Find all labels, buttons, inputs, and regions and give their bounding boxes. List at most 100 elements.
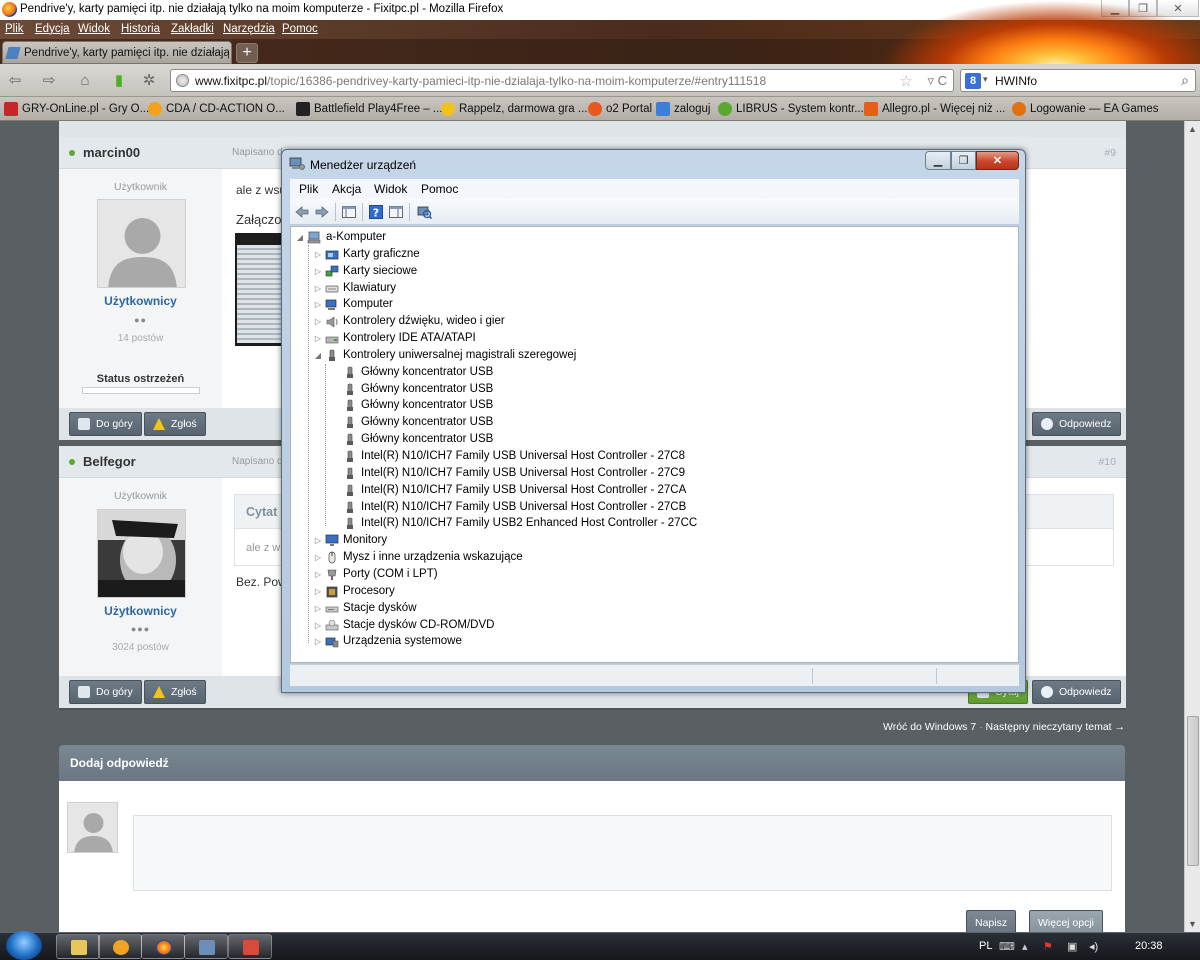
taskbar-explorer[interactable] bbox=[56, 934, 100, 959]
expand-icon[interactable]: ▷ bbox=[313, 267, 323, 276]
tree-device-usb[interactable]: Intel(R) N10/ICH7 Family USB Universal H… bbox=[331, 499, 686, 515]
avatar[interactable] bbox=[97, 509, 186, 598]
action-center-icon[interactable]: ⚑ bbox=[1043, 940, 1053, 953]
minimize-button[interactable]: ▁ bbox=[925, 151, 951, 170]
tree-category[interactable]: ▷ Porty (COM i LPT) bbox=[313, 566, 438, 582]
tree-category[interactable]: ▷ Monitory bbox=[313, 532, 387, 548]
expand-icon[interactable]: ▷ bbox=[313, 250, 323, 259]
expand-icon[interactable]: ▷ bbox=[313, 587, 323, 596]
scrollbar[interactable]: ▲ ▼ bbox=[1184, 121, 1200, 932]
addon-icon[interactable]: ✲ bbox=[140, 72, 158, 90]
menu-narzedzia[interactable]: Narzędzia bbox=[223, 23, 275, 35]
url-bar[interactable]: www.fixitpc.pl/topic/16386-pendrivey-kar… bbox=[170, 69, 954, 92]
start-button[interactable] bbox=[6, 931, 42, 960]
taskbar-app[interactable] bbox=[228, 934, 272, 959]
expand-icon[interactable]: ▷ bbox=[313, 570, 323, 579]
tree-device-usb[interactable]: Intel(R) N10/ICH7 Family USB Universal H… bbox=[331, 482, 686, 498]
tree-category[interactable]: ▷ Komputer bbox=[313, 296, 393, 312]
bookmark-librus[interactable]: LIBRUS - System kontr... bbox=[718, 101, 864, 117]
menu-plik[interactable]: Plik bbox=[5, 23, 24, 35]
scan-hardware-icon[interactable] bbox=[416, 204, 432, 220]
keyboard-icon[interactable]: ⌨ bbox=[999, 940, 1015, 953]
expand-icon[interactable]: ▷ bbox=[313, 317, 323, 326]
chevron-down-icon[interactable]: ▾ bbox=[983, 74, 988, 85]
bookmark-zaloguj[interactable]: zaloguj bbox=[656, 101, 710, 117]
search-icon[interactable]: ⌕ bbox=[1181, 72, 1189, 89]
maximize-button[interactable]: ❐ bbox=[951, 151, 976, 170]
reload-icon[interactable]: ▿ C bbox=[927, 73, 947, 89]
expand-icon[interactable]: ▷ bbox=[313, 334, 323, 343]
menu-pomoc[interactable]: Pomoc bbox=[282, 23, 318, 35]
tree-category-usb[interactable]: ◢ Kontrolery uniwersalnej magistrali szer… bbox=[313, 347, 576, 363]
expand-icon[interactable]: ▷ bbox=[313, 536, 323, 545]
site-identity-icon[interactable] bbox=[176, 74, 189, 87]
menu-widok[interactable]: Widok bbox=[374, 182, 407, 196]
post-number[interactable]: #9 bbox=[1104, 147, 1116, 159]
menu-pomoc[interactable]: Pomoc bbox=[421, 182, 458, 196]
bookmark-rappelz[interactable]: Rappelz, darmowa gra ... bbox=[441, 101, 587, 117]
menu-akcja[interactable]: Akcja bbox=[332, 182, 361, 196]
new-tab-button[interactable]: + bbox=[236, 43, 258, 63]
bookmark-ea[interactable]: Logowanie — EA Games bbox=[1012, 101, 1159, 117]
tree-root[interactable]: ◢ a-Komputer bbox=[295, 229, 388, 245]
attachment-thumbnail[interactable] bbox=[235, 233, 281, 346]
tree-device-usb[interactable]: Główny koncentrator USB bbox=[331, 381, 493, 397]
expand-icon[interactable]: ▷ bbox=[313, 637, 323, 646]
signal-icon[interactable]: ▮ bbox=[110, 72, 128, 90]
bookmark-o2[interactable]: o2 Portal bbox=[588, 101, 652, 117]
back-to-forum-link[interactable]: Wróć do Windows 7 bbox=[883, 721, 976, 733]
tree-category[interactable]: ▷ Karty sieciowe bbox=[313, 263, 417, 279]
tree-category[interactable]: ▷ Klawiatury bbox=[313, 280, 396, 296]
scroll-up-icon[interactable]: ▲ bbox=[1188, 124, 1197, 134]
taskbar-device-manager[interactable] bbox=[184, 934, 228, 959]
search-box[interactable]: 8 ▾ HWINfo ⌕ bbox=[960, 69, 1196, 92]
menu-edycja[interactable]: Edycja bbox=[35, 23, 70, 35]
user-group[interactable]: Użytkownicy bbox=[59, 604, 222, 618]
post-username[interactable]: marcin00 bbox=[83, 145, 140, 160]
tree-device-usb[interactable]: Główny koncentrator USB bbox=[331, 414, 493, 430]
reply-button[interactable]: Odpowiedz bbox=[1032, 680, 1121, 704]
expand-icon[interactable]: ▷ bbox=[313, 300, 323, 309]
collapse-icon[interactable]: ◢ bbox=[295, 233, 305, 242]
reply-button[interactable]: Odpowiedz bbox=[1032, 412, 1121, 436]
taskbar-media-player[interactable] bbox=[98, 934, 142, 959]
back-icon[interactable]: ⇦ bbox=[6, 72, 24, 90]
scroll-down-icon[interactable]: ▼ bbox=[1188, 919, 1197, 929]
tree-device-usb[interactable]: Główny koncentrator USB bbox=[331, 431, 493, 447]
bookmark-battlefield[interactable]: Battlefield Play4Free – ... bbox=[296, 101, 442, 117]
menu-historia[interactable]: Historia bbox=[121, 23, 160, 35]
taskbar-firefox[interactable] bbox=[141, 934, 185, 959]
properties-icon[interactable] bbox=[388, 204, 404, 220]
language-indicator[interactable]: PL bbox=[979, 940, 992, 952]
reply-textarea[interactable] bbox=[133, 815, 1112, 891]
post-number[interactable]: #10 bbox=[1098, 456, 1116, 468]
to-top-button[interactable]: Do góry bbox=[69, 680, 142, 704]
network-icon[interactable]: ▣ bbox=[1067, 940, 1077, 953]
post-username[interactable]: Belfegor bbox=[83, 454, 136, 469]
back-icon[interactable] bbox=[294, 204, 310, 220]
expand-icon[interactable]: ▷ bbox=[313, 604, 323, 613]
menu-plik[interactable]: Plik bbox=[299, 182, 318, 196]
tree-category[interactable]: ▷ Kontrolery IDE ATA/ATAPI bbox=[313, 330, 476, 346]
tree-category[interactable]: ▷ Mysz i inne urządzenia wskazujące bbox=[313, 549, 523, 565]
scrollbar-thumb[interactable] bbox=[1187, 716, 1199, 866]
report-button[interactable]: Zgłoś bbox=[144, 412, 206, 436]
search-input[interactable]: HWINfo bbox=[995, 74, 1037, 88]
search-engine-icon[interactable]: 8 bbox=[965, 73, 981, 89]
expand-icon[interactable]: ▷ bbox=[313, 553, 323, 562]
menu-zakladki[interactable]: Zakładki bbox=[171, 23, 214, 35]
bookmark-cda[interactable]: CDA / CD-ACTION O... bbox=[148, 101, 285, 117]
bookmark-allegro[interactable]: Allegro.pl - Więcej niż ... bbox=[864, 101, 1005, 117]
tree-device-usb[interactable]: Główny koncentrator USB bbox=[331, 397, 493, 413]
tree-category[interactable]: ▷ Urządzenia systemowe bbox=[313, 633, 462, 649]
home-icon[interactable]: ⌂ bbox=[76, 72, 94, 90]
help-icon[interactable]: ? bbox=[368, 204, 384, 220]
bookmark-gry-online[interactable]: GRY-OnLine.pl - Gry O... bbox=[4, 101, 149, 117]
tree-device-usb[interactable]: Intel(R) N10/ICH7 Family USB Universal H… bbox=[331, 448, 685, 464]
next-unread-link[interactable]: Następny nieczytany temat → bbox=[986, 721, 1125, 733]
tree-device-usb[interactable]: Intel(R) N10/ICH7 Family USB Universal H… bbox=[331, 465, 685, 481]
report-button[interactable]: Zgłoś bbox=[144, 680, 206, 704]
tree-category[interactable]: ▷ Karty graficzne bbox=[313, 246, 420, 262]
user-group[interactable]: Użytkownicy bbox=[59, 294, 222, 308]
clock[interactable]: 20:38 bbox=[1135, 940, 1163, 952]
